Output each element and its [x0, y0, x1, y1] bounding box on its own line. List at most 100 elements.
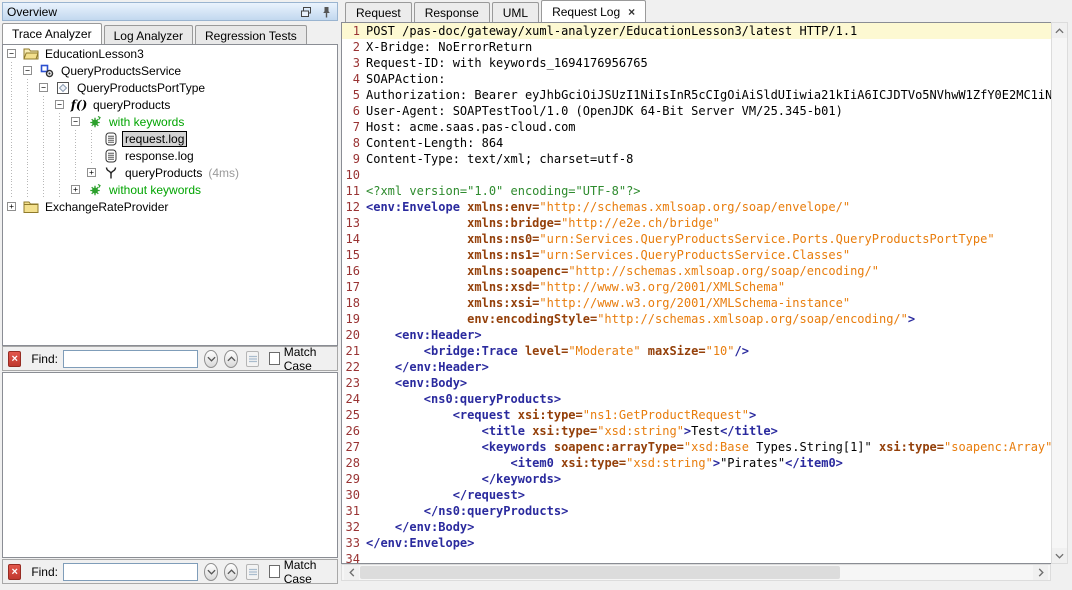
- line-number: 20: [342, 327, 366, 343]
- tab-regression-tests[interactable]: Regression Tests: [195, 25, 307, 44]
- code-token: "http://schemas.xmlsoap.org/soap/envelop…: [539, 200, 850, 214]
- pin-icon[interactable]: [319, 5, 333, 19]
- code-token: [518, 344, 525, 358]
- find-previous-button[interactable]: [224, 350, 238, 368]
- tree-item-exchangerateprovider[interactable]: +ExchangeRateProvider: [3, 198, 337, 215]
- tree-item-educationlesson3[interactable]: − EducationLesson3: [3, 45, 337, 62]
- code-text: </ns0:queryProducts>: [366, 503, 1051, 519]
- scroll-left-icon[interactable]: [344, 565, 359, 580]
- tree-item-with-keywords[interactable]: − with keywords: [3, 113, 337, 130]
- code-text: <keywords soapenc:arrayType="xsd:Base Ty…: [366, 439, 1051, 455]
- tree-indent-guide: [39, 96, 55, 113]
- tree-item-label: with keywords: [107, 115, 186, 129]
- code-token: "http://schemas.xmlsoap.org/soap/encodin…: [597, 312, 908, 326]
- line-number: 24: [342, 391, 366, 407]
- tree-item-label: QueryProductsPortType: [75, 81, 207, 95]
- collapse-icon[interactable]: −: [7, 49, 16, 58]
- tree-item-queryproductsporttype[interactable]: − QueryProductsPortType: [3, 79, 337, 96]
- find-close-button[interactable]: ×: [8, 564, 21, 580]
- code-token: </keywords>: [482, 472, 561, 486]
- tab-request[interactable]: Request: [345, 2, 412, 22]
- code-line-21: 21 <bridge:Trace level="Moderate" maxSiz…: [342, 343, 1051, 359]
- code-token: [366, 296, 467, 310]
- code-token: Content-Type: text/xml; charset=utf-8: [366, 152, 633, 166]
- restore-icon[interactable]: [299, 5, 313, 19]
- code-line-8: 8Content-Length: 864: [342, 135, 1051, 151]
- find-label: Find:: [31, 352, 58, 366]
- match-case-checkbox[interactable]: [269, 352, 279, 365]
- scroll-right-icon[interactable]: [1033, 565, 1048, 580]
- hscroll-thumb[interactable]: [360, 566, 840, 579]
- horizontal-scrollbar[interactable]: [341, 564, 1051, 581]
- find-close-button[interactable]: ×: [8, 351, 21, 367]
- highlight-all-button[interactable]: [246, 564, 259, 580]
- tree-item-request-log[interactable]: request.log: [3, 130, 337, 147]
- code-token: </env:Body>: [395, 520, 474, 534]
- tree-indent-guide: [23, 164, 39, 181]
- porttype-icon: [55, 81, 71, 95]
- code-token: "http://www.w3.org/2001/XMLSchema-instan…: [539, 296, 850, 310]
- tree-item-label: queryProducts: [123, 166, 204, 180]
- collapse-icon[interactable]: −: [23, 66, 32, 75]
- code-line-5: 5Authorization: Bearer eyJhbGciOiJSUzI1N…: [342, 87, 1051, 103]
- collapse-icon[interactable]: −: [39, 83, 48, 92]
- line-number: 10: [342, 167, 366, 183]
- code-token: "Pirates": [720, 456, 785, 470]
- code-line-22: 22 </env:Header>: [342, 359, 1051, 375]
- scroll-up-icon[interactable]: [1052, 23, 1067, 38]
- code-token: xmlns:ns1=: [467, 248, 539, 262]
- tab-log-analyzer[interactable]: Log Analyzer: [104, 25, 193, 44]
- code-token: [511, 408, 518, 422]
- expand-icon[interactable]: +: [71, 185, 80, 194]
- expand-icon[interactable]: +: [87, 168, 96, 177]
- match-case-checkbox[interactable]: [269, 565, 279, 578]
- code-text: <title xsi:type="xsd:string">Test</title…: [366, 423, 1051, 439]
- line-number: 29: [342, 471, 366, 487]
- code-token: [366, 360, 395, 374]
- tree-item-without-keywords[interactable]: +without keywords: [3, 181, 337, 198]
- tab-uml[interactable]: UML: [492, 2, 539, 22]
- find-input[interactable]: [63, 563, 198, 581]
- tree-item-response-log[interactable]: response.log: [3, 147, 337, 164]
- code-token: <bridge:Trace: [424, 344, 518, 358]
- tree-item-queryproducts[interactable]: +queryProducts(4ms): [3, 164, 337, 181]
- code-token: "urn:Services.QueryProductsService.Class…: [539, 248, 850, 262]
- tab-trace-analyzer[interactable]: Trace Analyzer: [2, 23, 102, 44]
- find-next-button[interactable]: [204, 563, 218, 581]
- code-token: <item0: [511, 456, 554, 470]
- code-token: </env:Header>: [395, 360, 489, 374]
- code-line-7: 7Host: acme.saas.pas-cloud.com: [342, 119, 1051, 135]
- find-next-button[interactable]: [204, 350, 218, 368]
- line-number: 12: [342, 199, 366, 215]
- tree-indent-guide: [39, 113, 55, 130]
- tab-close-icon[interactable]: ×: [628, 5, 635, 19]
- line-number: 2: [342, 39, 366, 55]
- find-previous-button[interactable]: [224, 563, 238, 581]
- branch-icon: [103, 166, 119, 180]
- tab-label: UML: [503, 6, 528, 20]
- tree-item-label: EducationLesson3: [43, 47, 146, 61]
- scroll-down-icon[interactable]: [1052, 548, 1067, 563]
- expand-icon[interactable]: +: [7, 202, 16, 211]
- tree-item-queryproductsservice[interactable]: −QueryProductsService: [3, 62, 337, 79]
- request-log-editor[interactable]: 1POST /pas-doc/gateway/xuml-analyzer/Edu…: [341, 22, 1051, 564]
- find-input[interactable]: [63, 350, 198, 368]
- code-token: [366, 472, 482, 486]
- tree-item-queryproducts[interactable]: −f()queryProducts: [3, 96, 337, 113]
- highlight-all-button[interactable]: [246, 351, 259, 367]
- code-text: <bridge:Trace level="Moderate" maxSize="…: [366, 343, 1051, 359]
- line-number: 25: [342, 407, 366, 423]
- log-viewer-panel: RequestResponse UML Request Log× 1POST /pa…: [341, 0, 1072, 590]
- tab-response[interactable]: Response: [414, 2, 490, 22]
- code-line-19: 19 env:encodingStyle="http://schemas.xml…: [342, 311, 1051, 327]
- collapse-icon[interactable]: −: [55, 100, 64, 109]
- tree-indent-guide: [23, 79, 39, 96]
- tree-indent-guide: [55, 130, 71, 147]
- code-text: X-Bridge: NoErrorReturn: [366, 39, 1051, 55]
- tab-request-log[interactable]: Request Log×: [541, 0, 646, 22]
- code-line-4: 4SOAPAction:: [342, 71, 1051, 87]
- collapse-icon[interactable]: −: [71, 117, 80, 126]
- code-text: <?xml version="1.0" encoding="UTF-8"?>: [366, 183, 1051, 199]
- code-token: "xsd:string": [597, 424, 684, 438]
- vertical-scrollbar[interactable]: [1051, 22, 1068, 564]
